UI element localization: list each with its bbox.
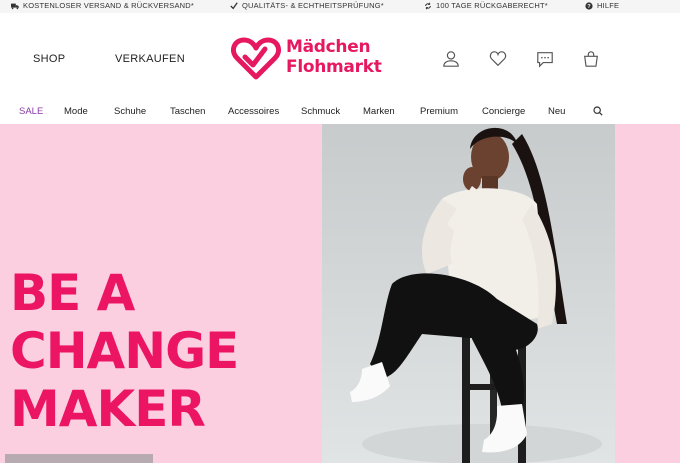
user-icon[interactable] <box>442 50 460 68</box>
logo-line-2: Flohmarkt <box>286 57 382 77</box>
nav-item-taschen[interactable]: Taschen <box>170 106 205 117</box>
checkmark-icon <box>230 1 238 9</box>
nav-item-sale[interactable]: SALE <box>19 106 43 117</box>
question-circle-icon: ? <box>585 1 593 10</box>
heart-logo-icon <box>231 37 281 80</box>
hero-banner[interactable]: BE A CHANGE MAKER <box>0 124 680 463</box>
nav-item-neu[interactable]: Neu <box>548 106 565 117</box>
top-info-bar: KOSTENLOSER VERSAND & RÜCKVERSAND* QUALI… <box>0 0 680 13</box>
search-icon[interactable] <box>593 106 603 116</box>
category-nav: SALE Mode Schuhe Taschen Accessoires Sch… <box>0 95 680 125</box>
brand-logo[interactable]: Mädchen Flohmarkt <box>231 37 395 85</box>
return-arrows-icon <box>425 2 431 9</box>
hero-cta-button[interactable] <box>5 454 153 463</box>
shipping-info: KOSTENLOSER VERSAND & RÜCKVERSAND* <box>11 1 194 10</box>
quality-info: QUALITÄTS- & ECHTHEITSPRÜFUNG* <box>230 1 384 10</box>
shop-link[interactable]: SHOP <box>33 53 65 65</box>
help-link[interactable]: ? HILFE <box>585 1 619 10</box>
model-photo <box>322 124 615 463</box>
nav-item-accessoires[interactable]: Accessoires <box>228 106 279 117</box>
logo-line-1: Mädchen <box>286 37 371 57</box>
quality-text: QUALITÄTS- & ECHTHEITSPRÜFUNG* <box>242 1 384 10</box>
truck-icon <box>11 3 19 9</box>
returns-text: 100 TAGE RÜCKGABERECHT* <box>436 1 548 10</box>
headline-line-1: BE A <box>10 264 135 322</box>
heart-icon[interactable] <box>489 50 507 68</box>
nav-item-concierge[interactable]: Concierge <box>482 106 525 117</box>
nav-item-premium[interactable]: Premium <box>420 106 458 117</box>
chat-icon[interactable] <box>536 50 554 68</box>
hero-headline: BE A CHANGE MAKER <box>10 264 239 438</box>
shipping-text: KOSTENLOSER VERSAND & RÜCKVERSAND* <box>23 1 195 10</box>
returns-info: 100 TAGE RÜCKGABERECHT* <box>424 1 548 10</box>
headline-line-2: CHANGE <box>10 322 239 380</box>
nav-item-marken[interactable]: Marken <box>363 106 395 117</box>
nav-item-schmuck[interactable]: Schmuck <box>301 106 340 117</box>
sell-link[interactable]: VERKAUFEN <box>115 53 185 65</box>
nav-item-mode[interactable]: Mode <box>64 106 88 117</box>
svg-text:?: ? <box>587 4 591 10</box>
logo-wordmark: Mädchen Flohmarkt <box>286 37 382 77</box>
help-text[interactable]: HILFE <box>597 1 619 10</box>
site-header: SHOP VERKAUFEN Mädchen Flohmarkt <box>0 13 680 95</box>
nav-item-schuhe[interactable]: Schuhe <box>114 106 146 117</box>
bag-icon[interactable] <box>582 50 600 68</box>
headline-line-3: MAKER <box>10 380 206 438</box>
hero-image <box>322 124 615 463</box>
